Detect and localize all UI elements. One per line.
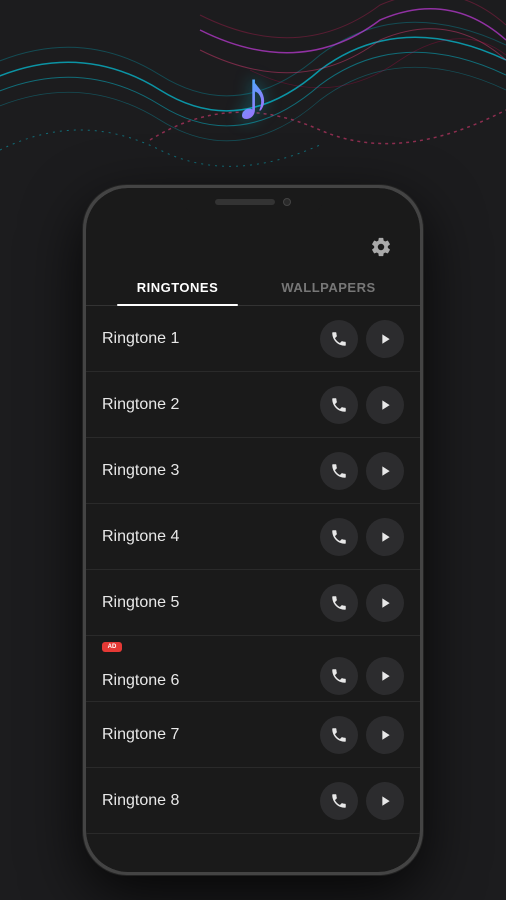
ringtone-name: Ringtone 2 [102,396,320,414]
phone-device: RINGTONES WALLPAPERS Ringtone 1 [83,185,423,875]
play-icon [377,529,393,545]
set-ringtone-button[interactable] [320,320,358,358]
play-button[interactable] [366,657,404,695]
list-item: Ringtone 3 [86,438,420,504]
phone-notch [183,188,323,216]
play-button[interactable] [366,518,404,556]
tab-wallpapers[interactable]: WALLPAPERS [253,270,404,305]
action-buttons [320,320,404,358]
action-buttons [320,518,404,556]
ad-badge: AD [102,642,122,652]
tabs-bar: RINGTONES WALLPAPERS [86,270,420,306]
list-item: Ringtone 8 [86,768,420,834]
phone-call-icon [330,528,348,546]
ringtone-name: Ringtone 7 [102,726,320,744]
list-item: Ringtone 2 [86,372,420,438]
play-button[interactable] [366,452,404,490]
ad-badge-text: AD [108,644,117,650]
ringtone-name: Ringtone 4 [102,528,320,546]
play-button[interactable] [366,320,404,358]
ringtone-name: Ringtone 8 [102,792,320,810]
play-icon [377,727,393,743]
screen-content: RINGTONES WALLPAPERS Ringtone 1 [86,220,420,872]
play-icon [377,668,393,684]
play-button[interactable] [366,386,404,424]
play-button[interactable] [366,584,404,622]
list-item: Ringtone 4 [86,504,420,570]
notch-speaker [215,199,275,205]
phone-call-icon [330,594,348,612]
set-ringtone-button[interactable] [320,386,358,424]
ringtone-name: Ringtone 3 [102,462,320,480]
list-item: Ringtone 5 [86,570,420,636]
phone-call-icon [330,462,348,480]
side-button-right2 [421,348,423,403]
set-ringtone-button[interactable] [320,452,358,490]
header-bar [86,220,420,270]
ringtone-list: Ringtone 1 [86,306,420,872]
list-item: Ringtone 7 [86,702,420,768]
music-note-icon: ♪ [235,55,271,137]
play-button[interactable] [366,716,404,754]
set-ringtone-button[interactable] [320,657,358,695]
set-ringtone-button[interactable] [320,584,358,622]
phone-call-icon [330,330,348,348]
list-item: AD Ringtone 6 [86,636,420,702]
play-icon [377,397,393,413]
action-buttons [320,584,404,622]
phone-call-icon [330,792,348,810]
background: ♪ [0,0,506,900]
side-button-right1 [421,288,423,318]
play-button[interactable] [366,782,404,820]
side-button-right3 [421,418,423,473]
settings-button[interactable] [362,228,400,266]
ringtone-name: Ringtone 5 [102,594,320,612]
phone-call-icon [330,396,348,414]
action-buttons [320,782,404,820]
action-buttons [320,716,404,754]
set-ringtone-button[interactable] [320,518,358,556]
action-buttons [320,657,404,695]
gear-icon [370,236,392,258]
phone-call-icon [330,667,348,685]
set-ringtone-button[interactable] [320,716,358,754]
list-item: Ringtone 1 [86,306,420,372]
play-icon [377,595,393,611]
play-icon [377,331,393,347]
action-buttons [320,386,404,424]
ringtone-name: Ringtone 6 [102,672,320,690]
action-buttons [320,452,404,490]
tab-ringtones[interactable]: RINGTONES [102,270,253,305]
play-icon [377,463,393,479]
play-icon [377,793,393,809]
ringtone-name: Ringtone 1 [102,330,320,348]
notch-camera [283,198,291,206]
set-ringtone-button[interactable] [320,782,358,820]
phone-call-icon [330,726,348,744]
side-button-left [83,308,85,348]
phone-screen: RINGTONES WALLPAPERS Ringtone 1 [86,188,420,872]
